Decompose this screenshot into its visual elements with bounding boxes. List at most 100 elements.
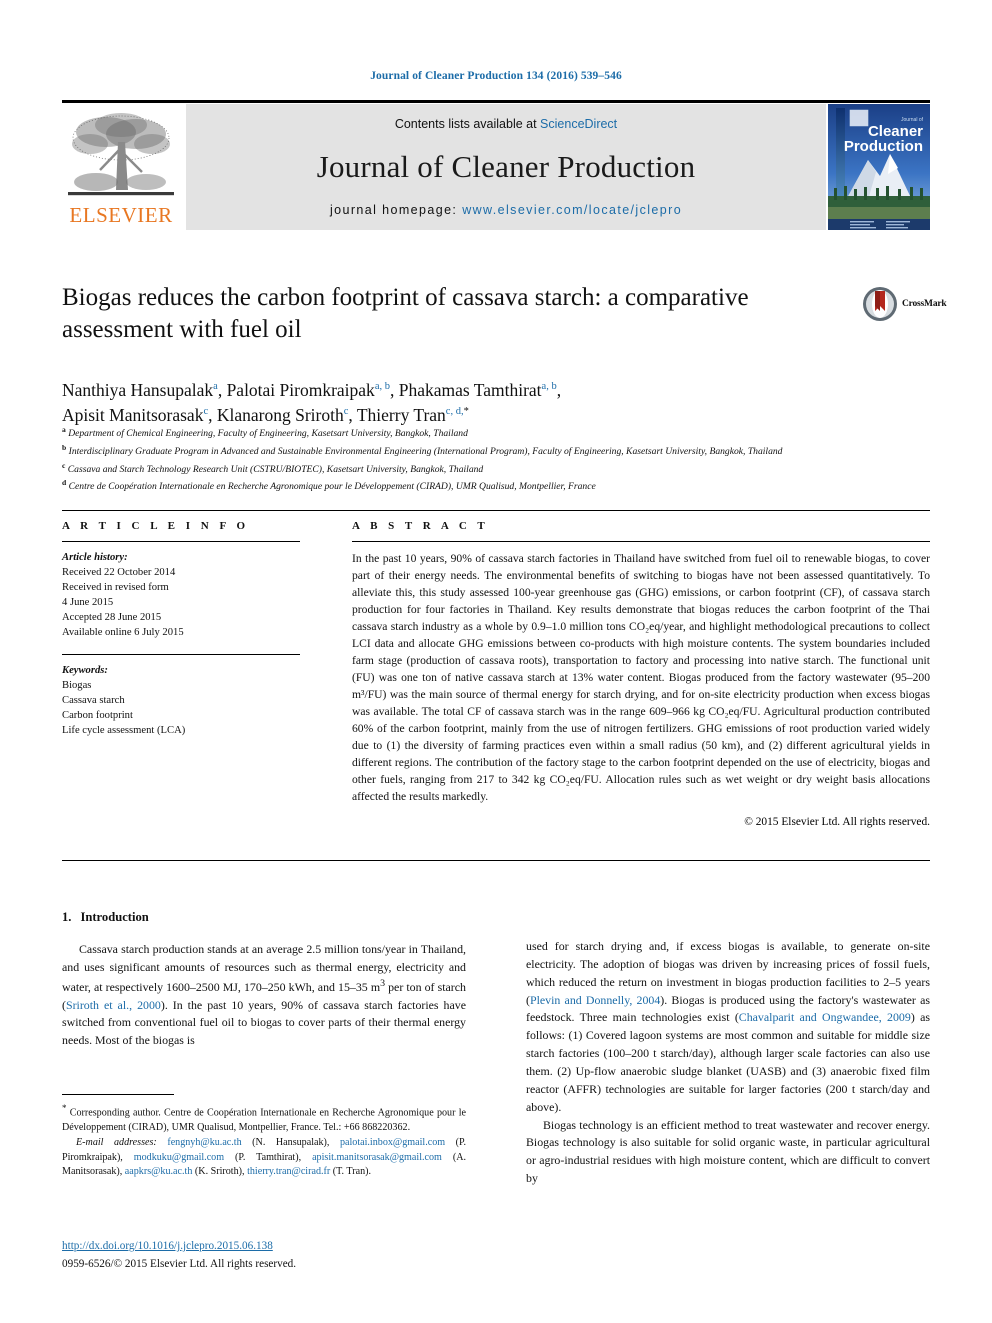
article-history-item: Received in revised form (62, 582, 169, 594)
email-addresses-note: E-mail addresses: fengnyh@ku.ac.th (N. H… (62, 1136, 466, 1180)
info-band-top-rule (62, 510, 930, 511)
affiliation-mark: a (62, 425, 66, 434)
keyword-item: Life cycle assessment (LCA) (62, 725, 186, 737)
email-owner: (P. Tamthirat), (224, 1151, 313, 1163)
running-head: Journal of Cleaner Production 134 (2016)… (370, 70, 622, 82)
email-label: E-mail addresses: (76, 1136, 157, 1148)
body-column-right: used for starch drying and, if excess bi… (526, 938, 930, 1188)
journal-title: Journal of Cleaner Production (316, 149, 696, 184)
section-number: 1. (62, 910, 72, 924)
intro-right-part3: ) as follows: (1) Covered lagoon systems… (526, 1010, 930, 1114)
affiliation-list: a Department of Chemical Engineering, Fa… (62, 424, 932, 495)
intro-paragraph-2: Biogas technology is an efficient method… (526, 1117, 930, 1186)
contents-available-line: Contents lists available at ScienceDirec… (186, 117, 826, 131)
article-history-block: Article history: Received 22 October 201… (62, 550, 300, 640)
author-affiliation-mark: c, d, (445, 406, 464, 418)
crossmark-icon (863, 287, 897, 321)
section-title: Introduction (80, 910, 149, 924)
affiliation-item: b Interdisciplinary Graduate Program in … (62, 442, 932, 460)
email-link[interactable]: fengnyh@ku.ac.th (167, 1137, 241, 1148)
footnote-rule (62, 1094, 174, 1095)
svg-text:Production: Production (844, 138, 923, 155)
elsevier-logo: ELSEVIER (62, 104, 180, 230)
keyword-item: Biogas (62, 680, 92, 692)
page-title: Biogas reduces the carbon footprint of c… (62, 284, 749, 343)
keywords-block: Keywords: Biogas Cassava starch Carbon f… (62, 663, 300, 738)
affiliation-text: Centre de Coopération Internationale en … (68, 481, 596, 493)
citation-link[interactable]: Plevin and Donnelly, 2004 (530, 993, 660, 1007)
abstract-column: A B S T R A C T In the past 10 years, 90… (352, 520, 930, 828)
elsevier-tree-icon (68, 113, 174, 196)
affiliation-item: d Centre de Coopération Internationale e… (62, 477, 932, 495)
article-info-column: A R T I C L E I N F O Article history: R… (62, 520, 300, 738)
email-owner: (N. Hansupalak), (241, 1136, 340, 1148)
affiliation-mark: c (62, 460, 66, 470)
citation-link[interactable]: Chavalparit and Ongwandee, 2009 (739, 1010, 911, 1024)
crossmark-label: CrossMark (902, 299, 947, 309)
affiliation-text: Interdisciplinary Graduate Program in Ad… (68, 445, 783, 457)
keyword-item: Carbon footprint (62, 710, 133, 722)
journal-cover-thumbnail: Journal of Cleaner Production (828, 104, 930, 230)
author-name: Palotai Piromkraipak (226, 380, 375, 400)
section-heading-introduction: 1. Introduction (62, 910, 466, 925)
email-link[interactable]: modkuku@gmail.com (134, 1152, 224, 1163)
info-band-bottom-rule (62, 860, 930, 861)
article-info-heading: A R T I C L E I N F O (62, 520, 250, 532)
intro-paragraph-1-continued: used for starch drying and, if excess bi… (526, 938, 930, 1117)
journal-homepage-line: journal homepage: www.elsevier.com/locat… (186, 203, 826, 217)
email-link[interactable]: palotai.inbox@gmail.com (340, 1137, 445, 1148)
abstract-heading: A B S T R A C T (352, 520, 489, 532)
imprint-block: http://dx.doi.org/10.1016/j.jclepro.2015… (62, 1238, 482, 1272)
issn-copyright-line: 0959-6526/© 2015 Elsevier Ltd. All right… (62, 1258, 297, 1271)
keywords-label: Keywords: (62, 665, 108, 677)
citation-link[interactable]: Sriroth et al., 2000 (66, 998, 161, 1012)
author-affiliation-mark: a, b (541, 381, 557, 393)
affiliation-text: Cassava and Starch Technology Research U… (67, 463, 484, 475)
article-history-label: Article history: (62, 552, 128, 563)
author-name: Phakamas Tamthirat (398, 380, 542, 400)
masthead-top-rule (62, 100, 930, 103)
author-name: Thierry Tran (356, 404, 446, 425)
author-name: Nanthiya Hansupalak (62, 380, 214, 400)
corresponding-author-mark: * (463, 406, 469, 418)
author-affiliation-mark: c (203, 406, 209, 418)
affiliation-item: c Cassava and Starch Technology Research… (62, 460, 932, 478)
homepage-prefix: journal homepage: (329, 203, 463, 217)
affiliation-text: Department of Chemical Engineering, Facu… (68, 428, 468, 440)
article-history-item: Available online 6 July 2015 (62, 627, 184, 639)
email-link[interactable]: aapkrs@ku.ac.th (125, 1166, 193, 1177)
abstract-rule (352, 541, 930, 542)
author-affiliation-mark: c (343, 406, 349, 418)
masthead-center-band: Contents lists available at ScienceDirec… (186, 104, 826, 230)
affiliation-item: a Department of Chemical Engineering, Fa… (62, 424, 932, 442)
author-name: Apisit Manitsorasak (62, 404, 204, 425)
author-name: Klanarong Sriroth (216, 404, 344, 425)
sciencedirect-link[interactable]: ScienceDirect (540, 117, 617, 131)
author-affiliation-mark: a (213, 381, 218, 393)
email-link[interactable]: apisit.manitsorasak@gmail.com (312, 1152, 442, 1163)
elsevier-wordmark: ELSEVIER (69, 203, 173, 227)
email-owner: (T. Tran). (330, 1166, 371, 1178)
keyword-item: Cassava starch (62, 695, 125, 707)
corresponding-author-note: * Corresponding author. Centre de Coopér… (62, 1102, 466, 1136)
email-link[interactable]: thierry.tran@cirad.fr (247, 1166, 330, 1177)
abstract-text: In the past 10 years, 90% of cassava sta… (352, 552, 930, 803)
article-history-item: Accepted 28 June 2015 (62, 612, 162, 624)
paper-page: Journal of Cleaner Production 134 (2016)… (0, 0, 992, 1323)
article-info-rule (62, 541, 300, 542)
body-column-left: 1. Introduction Cassava starch production… (62, 910, 466, 1050)
contents-prefix: Contents lists available at (394, 117, 541, 131)
author-list: Nanthiya Hansupalaka, Palotai Piromkraip… (62, 380, 562, 425)
cover-art: Journal of Cleaner Production (828, 104, 930, 230)
homepage-url-link[interactable]: www.elsevier.com/locate/jclepro (462, 203, 682, 217)
affiliation-mark: b (62, 442, 67, 452)
email-owner: (K. Sriroth), (192, 1166, 248, 1178)
abstract-copyright: © 2015 Elsevier Ltd. All rights reserved… (744, 815, 930, 828)
crossmark-badge[interactable]: CrossMark (862, 286, 947, 326)
affiliation-mark: d (62, 478, 67, 488)
author-affiliation-mark: a, b (374, 381, 390, 393)
article-history-item: 4 June 2015 (62, 597, 114, 609)
doi-link[interactable]: http://dx.doi.org/10.1016/j.jclepro.2015… (62, 1238, 482, 1254)
title-block: Biogas reduces the carbon footprint of c… (62, 282, 852, 346)
journal-masthead: ELSEVIER Contents lists available at Sci… (62, 104, 930, 230)
